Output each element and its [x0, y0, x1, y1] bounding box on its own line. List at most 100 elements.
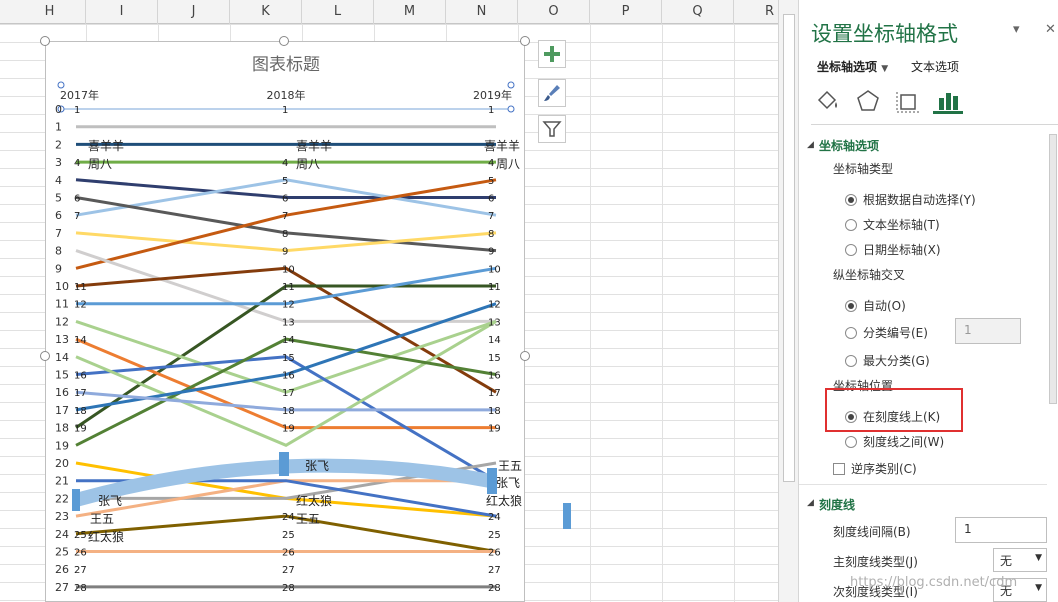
- section-tick-marks[interactable]: 刻度线: [819, 496, 855, 513]
- tick-interval-input[interactable]: 1: [955, 517, 1047, 543]
- radio-cross-auto[interactable]: 自动(O): [845, 297, 906, 314]
- scrollbar-thumb[interactable]: [1049, 134, 1057, 404]
- name-label-wangwu: 王五: [498, 459, 522, 473]
- watermark: https://blog.csdn.net/cdm: [850, 575, 1018, 590]
- column-header-j[interactable]: J: [158, 0, 230, 24]
- collapse-triangle-icon[interactable]: ◢: [807, 498, 814, 508]
- cross-category-input[interactable]: 1: [955, 318, 1021, 344]
- row-label: 11: [55, 298, 69, 311]
- column-header-i[interactable]: I: [86, 0, 158, 24]
- row-label: 2: [55, 138, 62, 151]
- pane-close-icon[interactable]: ✕: [1045, 22, 1056, 37]
- axis-handle[interactable]: [57, 81, 65, 89]
- axis-options-tab[interactable]: [933, 88, 963, 114]
- axis-handle[interactable]: [507, 105, 515, 113]
- point-label: 26: [74, 548, 87, 559]
- point-label: 13: [488, 317, 501, 328]
- point-label: 16: [282, 371, 295, 382]
- point-label: 18: [74, 406, 87, 417]
- column-header-h[interactable]: H: [14, 0, 86, 24]
- scrollbar-thumb[interactable]: [783, 14, 795, 482]
- column-header-m[interactable]: M: [374, 0, 446, 24]
- point-label: 27: [488, 565, 501, 576]
- row-label: 10: [55, 280, 69, 293]
- name-label-zhangfei: 张飞: [305, 459, 329, 473]
- radio-cross-category[interactable]: 分类编号(E): [845, 324, 928, 341]
- year-label-2017: 2017年: [60, 88, 99, 102]
- sheet-vertical-scrollbar[interactable]: [778, 0, 798, 602]
- column-header-p[interactable]: P: [590, 0, 662, 24]
- section-axis-options[interactable]: 坐标轴选项: [819, 137, 879, 154]
- point-label: 19: [488, 424, 501, 435]
- tick-interval-label: 刻度线间隔(B): [833, 525, 911, 539]
- axis-type-label: 坐标轴类型: [833, 162, 894, 176]
- radio-cross-category-label: 分类编号(E): [863, 326, 928, 340]
- radio-auto-select[interactable]: 根据数据自动选择(Y): [845, 191, 976, 208]
- chart-resize-handle[interactable]: [40, 351, 50, 361]
- row-label: 15: [55, 369, 69, 382]
- point-label: 6: [74, 194, 80, 205]
- divider: [799, 484, 1047, 485]
- chart-resize-handle[interactable]: [520, 351, 530, 361]
- column-header-r[interactable]: R: [734, 0, 778, 24]
- name-label-zhangfei: 张飞: [98, 494, 122, 508]
- radio-cross-max[interactable]: 最大分类(G): [845, 352, 930, 369]
- major-tick-type-value: 无: [1000, 554, 1013, 568]
- name-label-xiyangyang: 喜羊羊: [296, 138, 332, 153]
- pane-vertical-scrollbar[interactable]: [1047, 128, 1058, 602]
- chevron-down-icon: ▼: [1035, 583, 1042, 593]
- point-label: 1: [488, 105, 494, 116]
- point-label: 28: [488, 583, 501, 594]
- effects-tab[interactable]: [853, 88, 883, 114]
- axis-handle[interactable]: [507, 81, 515, 89]
- point-label: 15: [282, 353, 295, 364]
- row-label: 8: [55, 245, 62, 258]
- row-label: 12: [55, 315, 69, 328]
- row-label: 13: [55, 333, 69, 346]
- radio-text-axis[interactable]: 文本坐标轴(T): [845, 216, 940, 233]
- chart-object[interactable]: 图表标题 2017年 2018年 2019年 0 1 2 3 4 5 6 7 8 9 10 11 12 1…: [45, 41, 525, 602]
- chart-filters-button[interactable]: [538, 115, 566, 143]
- row-label: 3: [55, 156, 62, 169]
- column-header-o[interactable]: O: [518, 0, 590, 24]
- tab-text-options[interactable]: 文本选项: [911, 58, 959, 75]
- column-header-q[interactable]: Q: [662, 0, 734, 24]
- column-header-l[interactable]: L: [302, 0, 374, 24]
- chart-resize-handle[interactable]: [520, 36, 530, 46]
- point-label: 11: [488, 282, 501, 293]
- tab-axis-options[interactable]: 坐标轴选项 ▼: [817, 58, 888, 75]
- chart-canvas: 图表标题 2017年 2018年 2019年 01234567891011121…: [55, 55, 522, 594]
- point-label: 12: [488, 300, 501, 311]
- chart-styles-button[interactable]: [538, 79, 566, 107]
- year-label-2019: 2019年: [473, 88, 512, 102]
- divider: [811, 124, 1058, 125]
- collapse-triangle-icon[interactable]: ◢: [807, 140, 814, 150]
- reverse-order-checkbox[interactable]: 逆序类别(C): [833, 460, 917, 477]
- column-header-bar: H I J K L M N O P Q R: [0, 0, 778, 24]
- point-label: 1: [74, 105, 80, 116]
- size-properties-tab[interactable]: [893, 88, 923, 114]
- radio-date-axis[interactable]: 日期坐标轴(X): [845, 241, 941, 258]
- point-label: 11: [282, 282, 295, 293]
- chart-resize-handle[interactable]: [279, 36, 289, 46]
- row-label: 26: [55, 563, 69, 576]
- point-label: 27: [282, 565, 295, 576]
- point-label: 12: [74, 300, 87, 311]
- size-properties-icon: [896, 92, 919, 113]
- column-header-n[interactable]: N: [446, 0, 518, 24]
- column-header-k[interactable]: K: [230, 0, 302, 24]
- point-label: 17: [488, 388, 501, 399]
- fill-line-tab[interactable]: [813, 88, 843, 114]
- chart-title[interactable]: 图表标题: [252, 55, 320, 75]
- radio-between-tick-marks[interactable]: 刻度线之间(W): [845, 433, 944, 450]
- major-tick-type-label: 主刻度线类型(J): [833, 555, 918, 569]
- radio-cross-max-label: 最大分类(G): [863, 354, 930, 368]
- chart-elements-button[interactable]: [538, 40, 566, 68]
- major-tick-type-select[interactable]: 无 ▼: [993, 548, 1047, 572]
- pane-options-dropdown-icon[interactable]: ▾: [1013, 22, 1020, 37]
- point-label: 18: [282, 406, 295, 417]
- point-label: 9: [488, 247, 494, 258]
- spreadsheet-area[interactable]: H I J K L M N O P Q R 图表标题 2017年 2018年 2…: [0, 0, 778, 602]
- vertical-cross-label: 纵坐标轴交叉: [833, 268, 906, 282]
- chart-resize-handle[interactable]: [40, 36, 50, 46]
